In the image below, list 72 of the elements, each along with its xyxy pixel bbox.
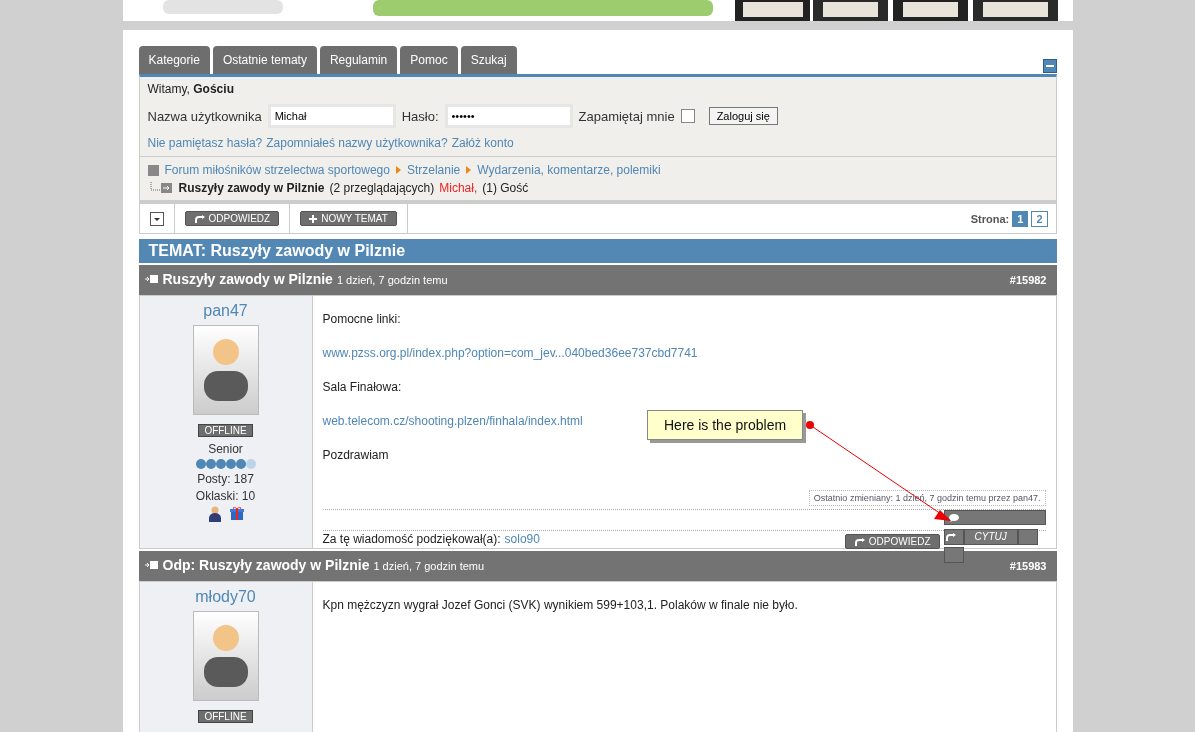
post-time: 1 dzień, 7 godzin temu [373,560,485,572]
post-icon [144,560,159,570]
username-label: Nazwa użytkownika [147,108,262,124]
avatar-icon [192,325,259,415]
forum-icon [147,164,159,176]
new-topic-button[interactable]: NOWY TEMAT [300,211,397,226]
status-badge: OFFLINE [198,424,253,437]
nav-tab[interactable]: Pomoc [400,46,458,74]
greeting: Witamy, Gościu [147,82,235,96]
reply-icon [944,533,956,541]
gift-icon[interactable] [229,506,244,520]
post-time: 1 dzień, 7 godzin temu [336,274,448,286]
avatar-icon [192,611,259,701]
annotation-callout: Here is the problem [647,410,804,440]
remember-label: Zapamiętaj mnie [578,108,675,124]
password-field[interactable]: •••••• [444,104,573,128]
login-button[interactable]: Zaloguj się [708,107,778,125]
breadcrumb-link[interactable]: Wydarzenia, komentarze, polemiki [477,163,661,177]
thanks-label: Za tę wiadomość podziękował(a): [322,532,501,546]
post-title: Ruszyły zawody w Pilznie [162,271,333,287]
collapse-icon[interactable] [1042,59,1057,73]
post-icon [144,274,159,284]
topic-name: Ruszyły zawody w Pilznie [178,181,325,195]
breadcrumb-link[interactable]: Strzelanie [406,163,461,177]
post-number[interactable]: #15983 [1009,560,1047,572]
post-link[interactable]: www.pzss.org.pl/index.php?option=com_jev...040bed36ee737cbd7741 [322,346,698,360]
password-label: Hasło: [401,108,439,124]
thanks-user-link[interactable]: solo90 [504,532,540,546]
post-text: Sala Finałowa: [322,380,402,394]
page-button[interactable]: 1 [1012,210,1029,227]
broken-reply-button[interactable] [943,529,964,545]
post-text: Kpn mężczyzn wygrał Jozef Gonci (SVK) wynikiem 599+103,1. Polaków w finale nie było. [322,598,798,612]
post-number[interactable]: #15982 [1009,274,1047,286]
author-name[interactable]: pan47 [203,302,248,320]
post-text: Pomocne linki: [322,312,401,326]
clap-count: Oklaski: 10 [195,489,256,503]
dropdown-icon[interactable] [149,211,164,226]
person-icon[interactable] [207,506,222,522]
account-link[interactable]: Nie pamiętasz hasła? [147,136,263,150]
broken-button-bar[interactable] [943,510,1046,525]
separator-icon [395,166,401,174]
reply-icon [853,537,865,546]
viewer-user[interactable]: Michał, [439,181,478,195]
post-text: Pozdrawiam [322,448,389,462]
nav-tab[interactable]: Kategorie [138,46,210,74]
breadcrumb-link[interactable]: Forum miłośników strzelectwa sportowego [164,163,390,177]
author-name[interactable]: młody70 [195,588,256,606]
remember-checkbox[interactable] [680,109,695,123]
username-field[interactable]: Michał [267,104,396,128]
guest-count: (1) Gość [482,181,529,195]
account-link[interactable]: Załóż konto [451,136,514,150]
plus-icon [309,214,318,223]
nav-tab[interactable]: Ostatnie tematy [212,46,317,74]
post-title: Odp: Ruszyły zawody w Pilznie [162,557,370,573]
speech-bubble-icon [948,513,959,522]
nav-tab[interactable]: Regulamin [319,46,398,74]
reply-button[interactable]: ODPOWIEDZ [844,534,940,549]
topic-title: TEMAT: Ruszyły zawody w Pilznie [138,239,1057,263]
quote-button[interactable]: CYTUJ [963,529,1018,545]
user-rank: Senior [208,442,243,456]
reply-icon [193,214,205,223]
viewer-count: (2 przeglądających) [329,181,435,195]
account-link[interactable]: Zapomniałeś nazwy użytkownika? [266,136,448,150]
reply-button[interactable]: ODPOWIEDZ [184,211,280,226]
separator-icon [466,166,472,174]
post-link[interactable]: web.telecom.cz/shooting.plzen/finhala/index.html [322,414,583,428]
status-badge: OFFLINE [198,710,253,723]
tree-branch-icon [147,182,174,194]
page-label: Strona: [970,212,1010,225]
page-button[interactable]: 2 [1031,210,1048,227]
nav-tab[interactable]: Szukaj [460,46,517,74]
post-count: Posty: 187 [197,472,254,486]
